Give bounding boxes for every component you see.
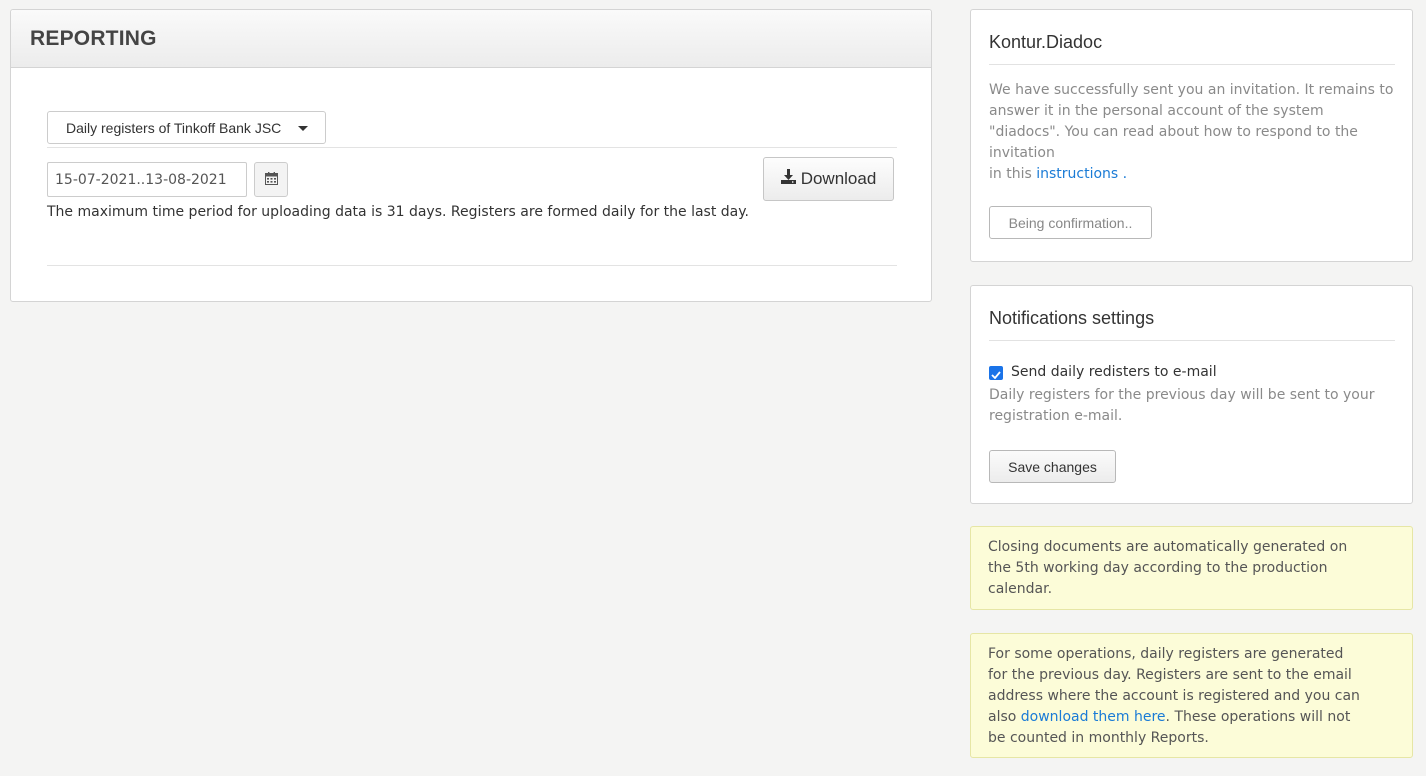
instructions-link[interactable]: instructions [1036, 166, 1118, 182]
diadoc-message-prefix: in this [989, 166, 1032, 182]
diadoc-card: Kontur.Diadoc We have successfully sent … [970, 9, 1413, 262]
diadoc-title: Kontur.Diadoc [989, 32, 1103, 52]
notifications-description: Daily registers for the previous day wil… [989, 387, 1375, 424]
divider [47, 147, 897, 148]
notifications-card: Notifications settings Send daily redist… [970, 285, 1413, 504]
reporting-panel: REPORTING Daily registers of Tinkoff Ban… [10, 9, 932, 302]
diadoc-message-text: We have successfully sent you an invitat… [989, 82, 1394, 161]
download-button[interactable]: Download [763, 157, 894, 201]
email-registers-label[interactable]: Send daily redisters to e-mail [1011, 364, 1217, 380]
reporting-header: REPORTING [11, 10, 931, 68]
closing-documents-text: Closing documents are automatically gene… [988, 539, 1348, 597]
notifications-title: Notifications settings [989, 308, 1155, 328]
email-registers-checkbox[interactable] [989, 366, 1003, 380]
download-them-here-link[interactable]: download them here [1021, 709, 1166, 725]
divider [989, 340, 1395, 341]
calendar-button[interactable] [254, 162, 288, 197]
save-changes-button[interactable]: Save changes [989, 450, 1116, 483]
download-icon [780, 169, 796, 189]
page: REPORTING Daily registers of Tinkoff Ban… [0, 0, 1426, 776]
divider [47, 265, 897, 266]
register-type-dropdown[interactable]: Daily registers of Tinkoff Bank JSC [47, 111, 326, 144]
date-range-input[interactable] [47, 162, 247, 197]
divider [989, 64, 1395, 65]
page-title: REPORTING [30, 27, 157, 50]
being-confirmation-button[interactable]: Being confirmation.. [989, 206, 1152, 239]
operations-note: For some operations, daily registers are… [970, 633, 1413, 758]
diadoc-message-suffix: . [1122, 166, 1128, 182]
check-icon [991, 364, 1001, 383]
download-label: Download [800, 169, 877, 188]
calendar-icon [264, 170, 278, 189]
closing-documents-note: Closing documents are automatically gene… [970, 526, 1413, 610]
caret-down-icon [298, 126, 308, 131]
period-hint: The maximum time period for uploading da… [47, 204, 749, 220]
diadoc-message: We have successfully sent you an invitat… [989, 80, 1399, 185]
register-type-label: Daily registers of Tinkoff Bank JSC [66, 119, 282, 136]
